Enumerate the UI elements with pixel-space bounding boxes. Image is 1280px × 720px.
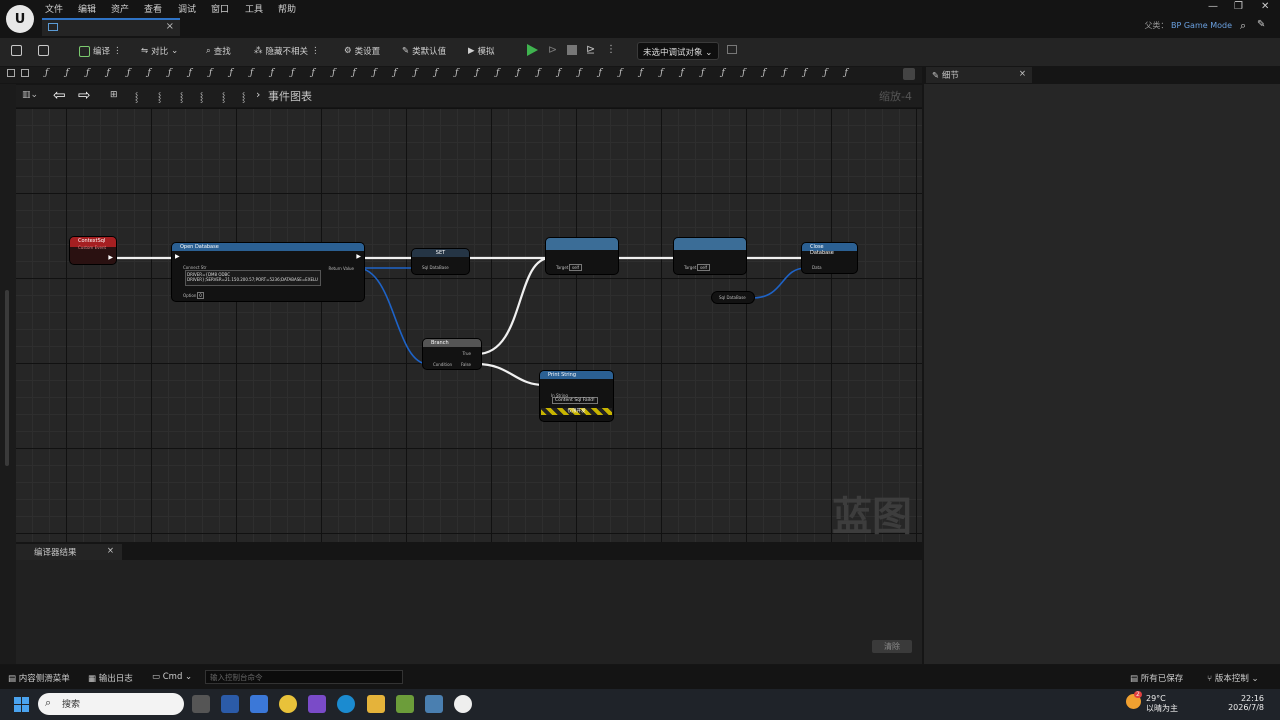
weather-widget[interactable]: 2 29°C 以晴为主 [1126, 691, 1178, 714]
edge-icon[interactable] [337, 695, 355, 713]
call-function-node-1[interactable]: Target self [546, 238, 618, 274]
condition-pin-label: Condition [433, 362, 453, 367]
open-database-title: Open Database [180, 244, 219, 250]
option-label: Option [183, 293, 197, 298]
set-node[interactable]: SET Sql DataBase [412, 249, 469, 274]
clock[interactable]: 22:16 2026/7/8 [1228, 694, 1264, 712]
weather-text: 以晴为主 [1146, 704, 1178, 713]
close-compiler-icon[interactable]: × [107, 546, 114, 556]
clear-button[interactable]: 清除 [872, 640, 912, 653]
chrome-icon[interactable] [279, 695, 297, 713]
exec-wire [476, 362, 545, 387]
all-saved-label: 所有已保存 [1140, 674, 1184, 684]
open-database-node[interactable]: Open Database ▶ ▶ Connect Str DRIVER={DM… [172, 243, 364, 301]
store-icon[interactable] [221, 695, 239, 713]
taskbar-search-label: 搜索 [62, 700, 81, 710]
content-drawer-button[interactable]: ▤ 内容侧滑菜单 [8, 672, 70, 684]
branch-node[interactable]: Branch True False Condition [423, 339, 481, 369]
console-input[interactable]: 输入控制台命令 [205, 670, 403, 684]
output-log-label: 输出日志 [98, 674, 133, 684]
print-string-node[interactable]: Print String In String Content Sql Faild… [540, 371, 613, 421]
close-database-header: Close Database [802, 243, 857, 256]
option-field[interactable]: 0 [197, 292, 204, 299]
custom-event-node[interactable]: ContextSql Custom Event ▶ [70, 237, 116, 264]
target-self-value-1[interactable]: self [569, 264, 583, 271]
close-database-title: Close Database [810, 244, 834, 256]
bool-wire [356, 267, 429, 365]
print-string-title: Print String [548, 372, 577, 378]
file-explorer-icon[interactable] [367, 695, 385, 713]
close-database-node[interactable]: Close Database Data [802, 243, 857, 273]
branch-node-header: Branch [423, 339, 481, 347]
cmd-label: Cmd [162, 672, 183, 682]
mail-icon[interactable] [250, 695, 268, 713]
content-drawer-label: 内容侧滑菜单 [18, 674, 70, 684]
photos-icon[interactable] [425, 695, 443, 713]
branch-node-title: Branch [431, 340, 449, 346]
target-self-value-2[interactable]: self [697, 264, 711, 271]
source-control-button[interactable]: ⑂ 版本控制 ⌄ [1207, 672, 1259, 684]
compiler-results-label: 编译器结果 [34, 548, 77, 558]
exec-wire [476, 256, 551, 356]
event-node-subtitle: Custom Event [78, 245, 107, 250]
weather-temp: 29°C [1146, 694, 1166, 703]
object-wire [751, 267, 807, 299]
taskbar-search[interactable]: ⌕ 搜索 [38, 693, 184, 715]
compiler-results-tab[interactable]: 编译器结果 × [16, 544, 122, 560]
output-log-button[interactable]: ▦ 输出日志 [88, 672, 133, 684]
call-function-node-2[interactable]: Target self [674, 238, 746, 274]
event-node-title: ContextSql [78, 238, 106, 244]
target-pin-label-2: Target [684, 265, 697, 270]
false-pin-label: False [460, 362, 471, 367]
exec-out-pin-icon[interactable]: ▶ [356, 253, 361, 260]
clock-date: 2026/7/8 [1228, 703, 1264, 712]
data-pin-label: Data [812, 265, 822, 270]
sql-database-pin-label: Sql DataBase [422, 265, 449, 270]
connect-str-line2: DRIVER};SERVER=21.150.200.57;PORT=5236;D… [187, 277, 318, 282]
development-only-banner: 仅限开发 [541, 408, 612, 415]
task-view-icon[interactable] [192, 695, 210, 713]
unreal-engine-icon[interactable] [454, 695, 472, 713]
true-pin-label: True [462, 351, 472, 356]
print-string-header: Print String [540, 371, 613, 379]
set-node-header: SET [412, 249, 469, 257]
clock-time: 22:16 [1240, 694, 1264, 703]
weather-badge: 2 [1134, 691, 1142, 698]
sql-database-getter-node[interactable]: Sql DataBase [712, 292, 754, 303]
open-database-header: Open Database [172, 243, 364, 251]
return-value-label: Return Value [328, 266, 354, 271]
exec-in-pin-icon[interactable]: ▶ [175, 253, 180, 260]
call-function-header-2 [674, 238, 746, 250]
cmd-select[interactable]: ▭ Cmd ⌄ [152, 672, 192, 682]
sql-database-getter-label: Sql DataBase [719, 295, 746, 300]
connect-str-field[interactable]: DRIVER={DM8 ODBC DRIVER};SERVER=21.150.20… [185, 270, 321, 286]
set-node-title: SET [435, 250, 446, 256]
target-pin-label-1: Target [556, 265, 569, 270]
search-icon: ⌕ [45, 696, 52, 709]
windows-start-icon[interactable] [14, 697, 29, 712]
in-string-field[interactable]: Content Sql Faild! [552, 397, 598, 404]
compiler-results-panel [16, 560, 922, 664]
notepad-icon[interactable] [396, 695, 414, 713]
all-saved-button[interactable]: ▤ 所有已保存 [1130, 672, 1183, 684]
call-function-header-1 [546, 238, 618, 250]
exec-pin-icon[interactable]: ▶ [108, 254, 113, 261]
visual-studio-icon[interactable] [308, 695, 326, 713]
source-control-label: 版本控制 [1214, 674, 1249, 684]
